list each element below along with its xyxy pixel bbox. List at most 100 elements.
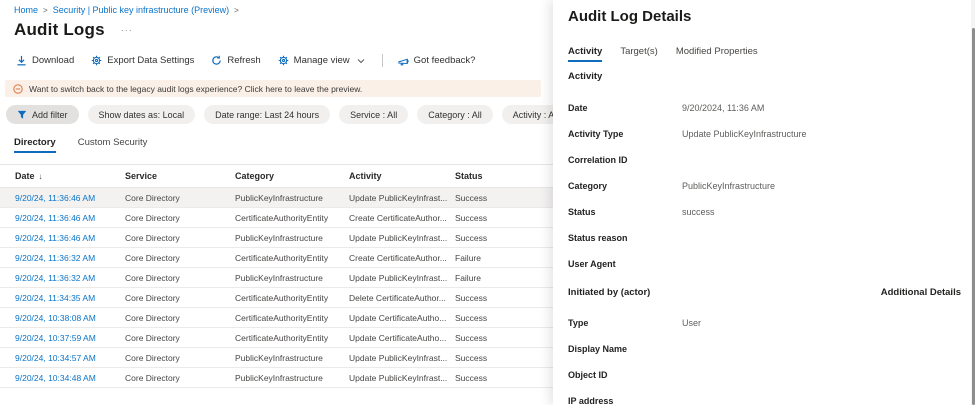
table-row[interactable]: 9/20/24, 11:34:35 AM Core Directory Cert… [0,288,553,308]
audit-log-details-panel: Audit Log Details Activity Target(s) Mod… [553,0,975,405]
row-category: PublicKeyInfrastructure [235,232,323,243]
filter-pill-service[interactable]: Service : All [339,105,409,124]
breadcrumb-home-link[interactable]: Home [14,5,38,15]
table-header-row: Date ↓ Service Category Activity Status [0,165,553,188]
got-feedback-button[interactable]: Got feedback? [397,55,475,66]
title-row: Audit Logs ··· [14,20,553,40]
table-row[interactable]: 9/20/24, 10:34:57 AM Core Directory Publ… [0,348,553,368]
column-header-category[interactable]: Category [235,171,349,181]
table-row[interactable]: 9/20/24, 10:34:48 AM Core Directory Publ… [0,368,553,388]
tab-modified-properties[interactable]: Modified Properties [676,46,758,62]
toolbar-divider [381,54,383,67]
row-date-link[interactable]: 9/20/24, 11:36:46 AM [15,233,125,243]
row-status: Success [455,192,488,203]
row-date-link[interactable]: 9/20/24, 10:34:48 AM [15,373,125,383]
tab-activity[interactable]: Activity [568,46,603,62]
row-activity: Create CertificateAuthor... [349,212,447,223]
tab-directory[interactable]: Directory [14,137,56,153]
tab-targets[interactable]: Target(s) [620,46,657,62]
row-date-link[interactable]: 9/20/24, 11:34:35 AM [15,293,125,303]
preview-notice-banner[interactable]: Want to switch back to the legacy audit … [5,80,541,97]
download-button[interactable]: Download [16,55,74,66]
audit-logs-page: Home > Security | Public key infrastruct… [0,0,975,405]
date-header-label: Date [15,171,35,181]
row-service: Core Directory [125,192,180,203]
column-header-status[interactable]: Status [455,171,553,181]
row-service: Core Directory [125,272,180,283]
column-header-date[interactable]: Date ↓ [15,171,125,181]
funnel-icon [17,110,27,120]
row-status: Success [455,332,488,343]
row-category: PublicKeyInfrastructure [235,372,323,383]
table-row[interactable]: 9/20/24, 10:38:08 AM Core Directory Cert… [0,308,553,328]
feedback-icon [397,55,409,66]
filter-pill-date-range[interactable]: Date range: Last 24 hours [204,105,331,124]
row-date-link[interactable]: 9/20/24, 11:36:46 AM [15,213,125,223]
activity-section-heading: Activity [568,71,603,82]
audit-log-table: Date ↓ Service Category Activity Status … [0,164,553,388]
banner-text: Want to switch back to the legacy audit … [29,83,363,94]
row-date-link[interactable]: 9/20/24, 11:36:32 AM [15,253,125,263]
row-date-link[interactable]: 9/20/24, 10:37:59 AM [15,333,125,343]
row-date-link[interactable]: 9/20/24, 11:36:46 AM [15,193,125,203]
row-status: Success [455,372,488,383]
audit-logs-main: Home > Security | Public key infrastruct… [0,0,642,405]
refresh-button[interactable]: Refresh [211,55,261,66]
row-service: Core Directory [125,312,180,323]
row-service: Core Directory [125,252,180,263]
row-activity: Update PublicKeyInfrast... [349,232,448,243]
breadcrumb-security-pki-link[interactable]: Security | Public key infrastructure (Pr… [53,5,229,15]
row-activity: Update CertificateAutho... [349,312,447,323]
field-value: 9/20/2024, 11:36 AM [682,103,765,113]
field-value: PublicKeyInfrastructure [682,181,776,191]
field-category: Category PublicKeyInfrastructure [568,181,961,207]
row-status: Failure [455,272,481,283]
activity-fields: Date 9/20/2024, 11:36 AM Activity Type U… [568,103,961,285]
row-category: PublicKeyInfrastructure [235,352,323,363]
row-service: Core Directory [125,352,180,363]
row-status: Success [455,232,488,243]
row-service: Core Directory [125,292,180,303]
export-data-settings-button[interactable]: Export Data Settings [91,55,194,66]
row-service: Core Directory [125,212,180,223]
field-label: Date [568,103,588,113]
table-row[interactable]: 9/20/24, 11:36:32 AM Core Directory Publ… [0,268,553,288]
table-row[interactable]: 9/20/24, 11:36:46 AM Core Directory Publ… [0,188,553,208]
initiated-by-heading: Initiated by (actor) [568,286,651,298]
column-header-activity[interactable]: Activity [349,171,455,181]
field-label: Status [568,207,596,217]
field-object-id: Object ID [568,370,961,396]
row-status: Success [455,312,488,323]
table-row[interactable]: 9/20/24, 10:37:59 AM Core Directory Cert… [0,328,553,348]
tab-custom-security[interactable]: Custom Security [78,137,148,153]
row-status: Success [455,352,488,363]
list-tabs: Directory Custom Security [14,137,553,153]
field-label: Status reason [568,233,628,243]
field-value: success [682,207,715,217]
row-category: CertificateAuthorityEntity [235,312,329,323]
table-row[interactable]: 9/20/24, 11:36:46 AM Core Directory Cert… [0,208,553,228]
row-category: CertificateAuthorityEntity [235,212,329,223]
sort-descending-icon: ↓ [38,171,43,181]
row-date-link[interactable]: 9/20/24, 10:34:57 AM [15,353,125,363]
filter-pill-show-dates[interactable]: Show dates as: Local [87,105,196,124]
row-activity: Create CertificateAuthor... [349,252,447,263]
row-activity: Delete CertificateAuthor... [349,292,446,303]
table-row[interactable]: 9/20/24, 11:36:46 AM Core Directory Publ… [0,228,553,248]
filter-pill-category[interactable]: Category : All [417,105,493,124]
field-value: User [682,318,702,328]
field-label: Correlation ID [568,155,628,165]
row-status: Failure [455,252,481,263]
manage-view-button[interactable]: Manage view [278,55,365,66]
add-filter-button[interactable]: Add filter [6,105,79,124]
row-category: CertificateAuthorityEntity [235,252,329,263]
table-row[interactable]: 9/20/24, 11:36:32 AM Core Directory Cert… [0,248,553,268]
refresh-icon [211,55,222,66]
row-activity: Update PublicKeyInfrast... [349,352,448,363]
row-date-link[interactable]: 9/20/24, 11:36:32 AM [15,273,125,283]
scrollbar-thumb[interactable] [971,28,975,405]
column-header-service[interactable]: Service [125,171,235,181]
row-category: CertificateAuthorityEntity [235,292,329,303]
more-options-icon[interactable]: ··· [121,25,133,35]
row-date-link[interactable]: 9/20/24, 10:38:08 AM [15,313,125,323]
